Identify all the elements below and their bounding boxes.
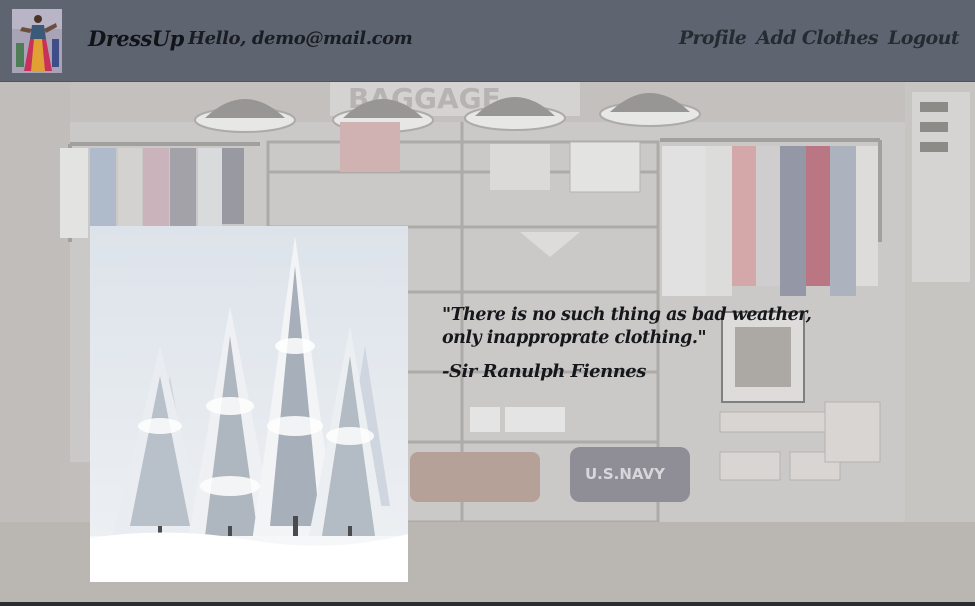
quote-line-2: only inapproprate clothing." — [442, 328, 707, 348]
nav-add-clothes-link[interactable]: Add Clothes — [756, 27, 878, 49]
brand-name[interactable]: DressUp — [88, 26, 184, 51]
bottom-edge — [0, 602, 975, 606]
dress-logo-icon[interactable] — [12, 9, 62, 73]
nav-logout-link[interactable]: Logout — [888, 27, 960, 49]
quote-author: -Sir Ranulph Fiennes — [442, 361, 646, 382]
top-navbar: DressUp Hello, demo@mail.com Profile Add… — [0, 0, 975, 82]
user-greeting: Hello, demo@mail.com — [188, 28, 413, 49]
winter-forest-photo — [90, 226, 408, 582]
quote-line-1: "There is no such thing as bad weather, — [442, 305, 812, 325]
nav-links: Profile Add Clothes Logout — [679, 27, 960, 49]
nav-profile-link[interactable]: Profile — [679, 27, 747, 49]
weather-quote: "There is no such thing as bad weather, … — [442, 304, 822, 350]
